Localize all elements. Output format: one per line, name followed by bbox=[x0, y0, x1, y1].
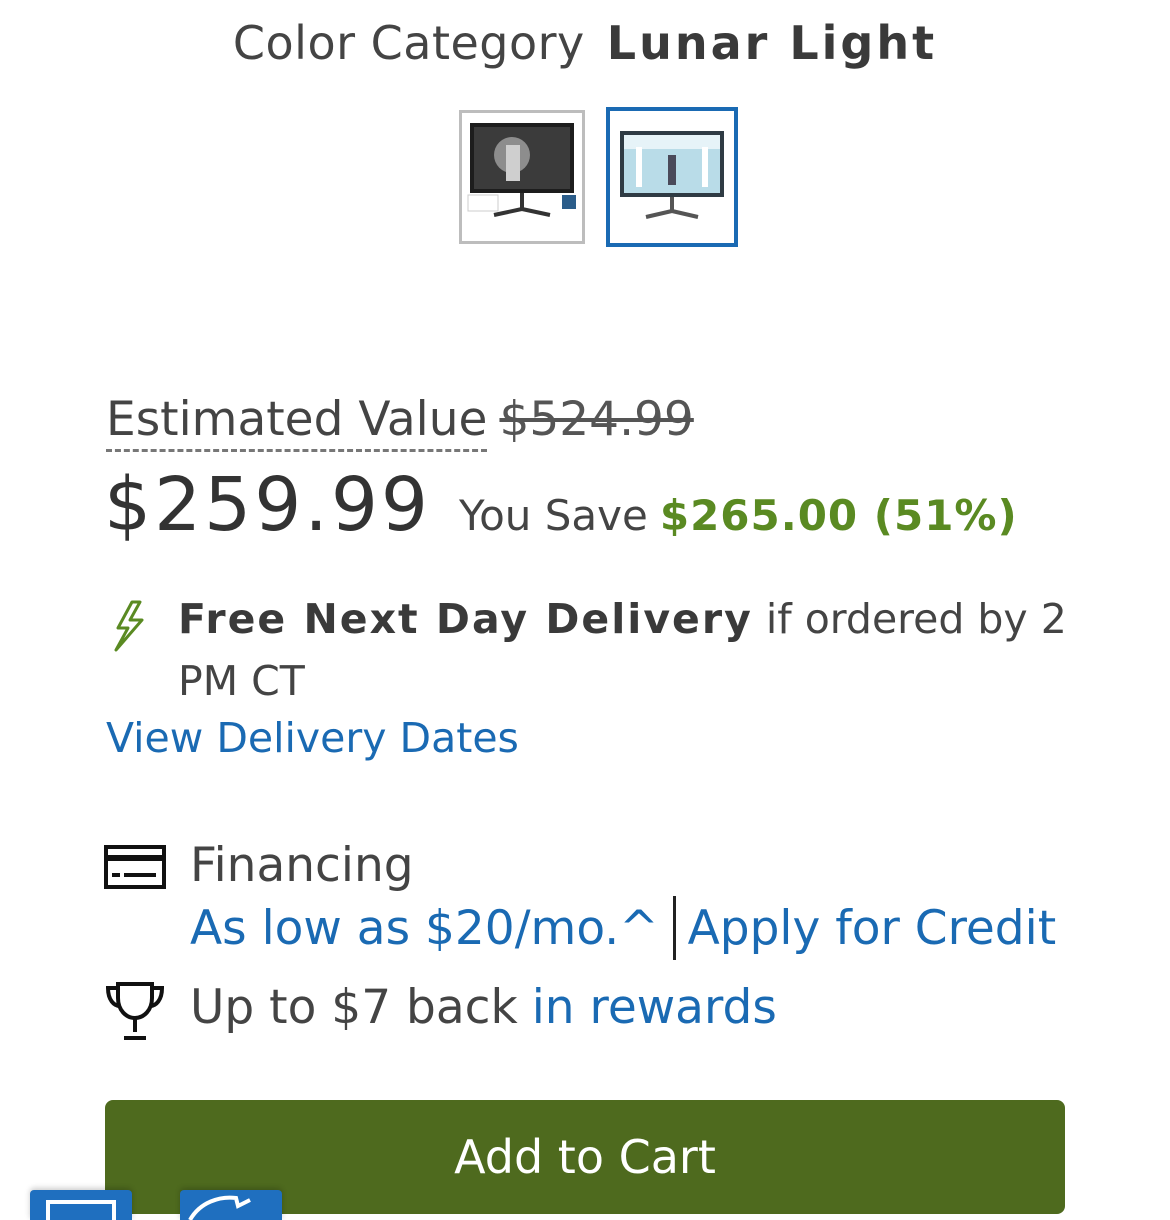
original-price: $524.99 bbox=[499, 392, 694, 447]
estimated-value-row: Estimated Value $524.99 bbox=[106, 392, 694, 452]
lightning-bolt-icon bbox=[114, 600, 144, 652]
color-swatch-lunar-light[interactable] bbox=[606, 107, 738, 247]
monitor-thumbnail-dark bbox=[467, 123, 576, 217]
delivery-info: Free Next Day Delivery if ordered by 2 P… bbox=[178, 588, 1078, 712]
rewards-info: Up to $7 back in rewards bbox=[190, 980, 777, 1035]
free-delivery-label: Free Next Day Delivery bbox=[178, 595, 753, 643]
price-row: $259.99 You Save $265.00 (51%) bbox=[104, 462, 1018, 548]
rewards-link[interactable]: in rewards bbox=[532, 980, 777, 1035]
rewards-text: Up to $7 back bbox=[190, 980, 518, 1035]
floating-chat-widget[interactable] bbox=[30, 1190, 132, 1220]
color-swatch-dark[interactable] bbox=[459, 110, 585, 244]
feedback-icon bbox=[188, 1195, 251, 1220]
color-category-header: Color Category Lunar Light bbox=[0, 16, 1170, 70]
savings-amount: $265.00 (51%) bbox=[659, 491, 1018, 540]
you-save-label: You Save bbox=[459, 491, 648, 540]
trophy-icon bbox=[105, 982, 165, 1040]
current-price: $259.99 bbox=[104, 462, 432, 548]
floating-feedback-widget[interactable] bbox=[180, 1190, 282, 1220]
product-purchase-panel: Color Category Lunar Light Estimated Valu… bbox=[0, 0, 1170, 1220]
monitor-thumbnail-light bbox=[620, 131, 724, 219]
monthly-payment-link[interactable]: As low as $20/mo.^ bbox=[190, 901, 659, 956]
financing-links: As low as $20/mo.^ Apply for Credit bbox=[190, 896, 1056, 960]
color-category-label: Color Category bbox=[232, 16, 585, 70]
color-category-value: Lunar Light bbox=[606, 16, 938, 70]
apply-for-credit-link[interactable]: Apply for Credit bbox=[688, 901, 1057, 956]
view-delivery-dates-link[interactable]: View Delivery Dates bbox=[106, 714, 519, 762]
chat-icon bbox=[46, 1200, 116, 1220]
link-divider bbox=[672, 896, 676, 960]
estimated-value-label[interactable]: Estimated Value bbox=[106, 393, 488, 452]
financing-label: Financing bbox=[190, 838, 414, 893]
credit-card-icon bbox=[104, 845, 166, 889]
